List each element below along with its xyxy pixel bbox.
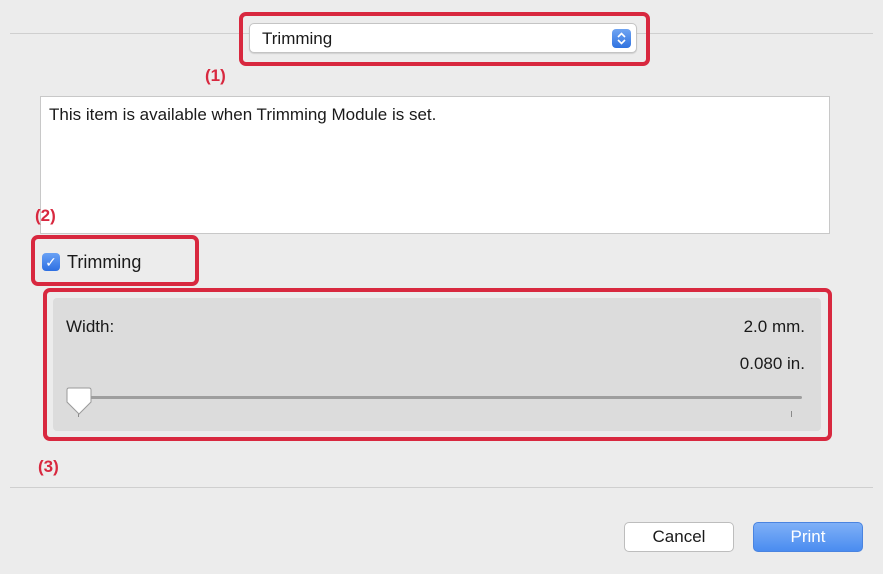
trimming-checkbox-label: Trimming — [67, 252, 142, 272]
popup-selected-value: Trimming — [262, 29, 333, 48]
width-slider-thumb[interactable] — [66, 386, 92, 416]
bottom-divider — [10, 487, 873, 488]
width-mm-value: 2.0 mm. — [743, 317, 805, 336]
popup-stepper-icon — [612, 29, 631, 48]
callout-label-1: (1) — [205, 66, 226, 85]
cancel-button[interactable]: Cancel — [624, 522, 734, 552]
panel-select-popup[interactable]: Trimming — [249, 23, 637, 53]
width-inch-value: 0.080 in. — [739, 354, 805, 373]
description-text: This item is available when Trimming Mod… — [49, 105, 437, 124]
description-box: This item is available when Trimming Mod… — [40, 96, 830, 234]
width-panel: Width: 2.0 mm. 0.080 in. — [53, 298, 821, 431]
print-button[interactable]: Print — [753, 522, 863, 552]
width-label: Width: — [66, 317, 115, 336]
callout-label-2: (2) — [35, 206, 56, 225]
width-slider-track[interactable] — [77, 396, 802, 399]
slider-tick-max — [791, 411, 792, 417]
checkmark-icon[interactable]: ✓ — [42, 253, 60, 271]
callout-label-3: (3) — [38, 457, 59, 476]
